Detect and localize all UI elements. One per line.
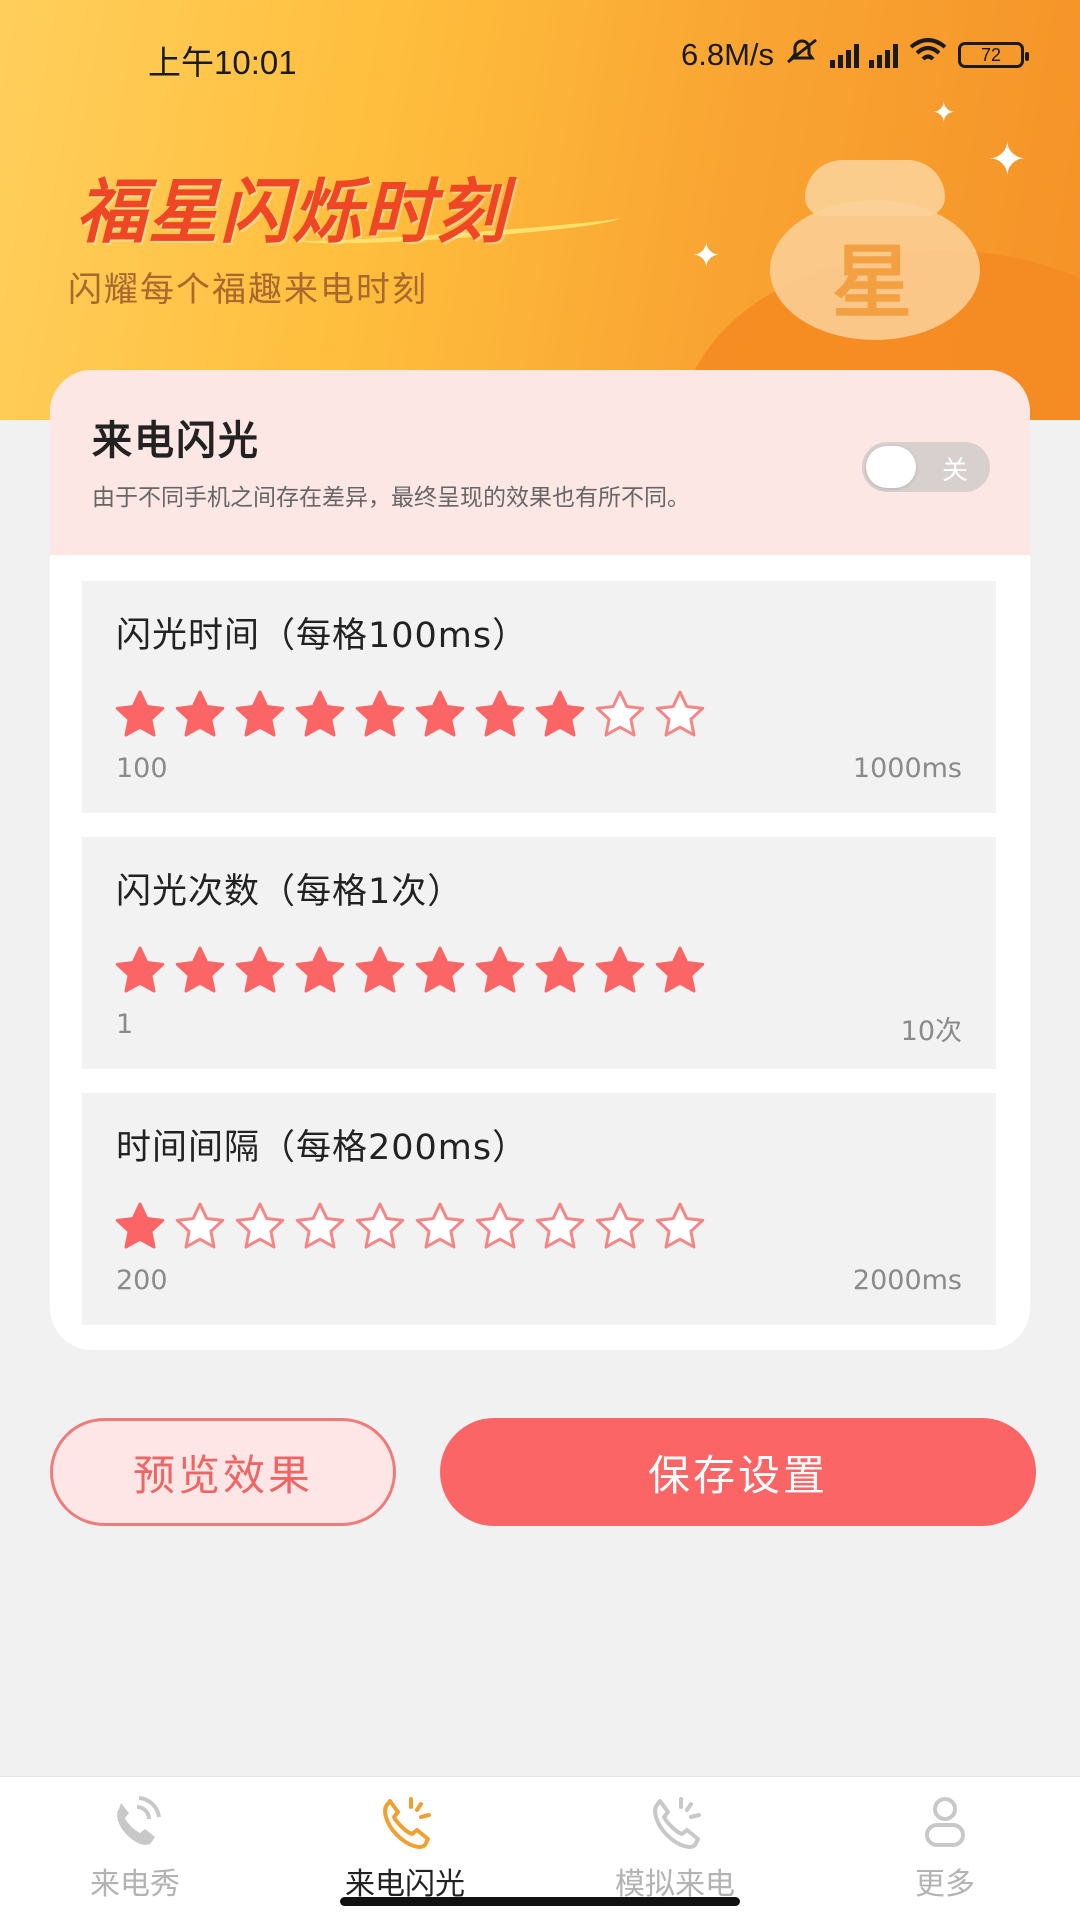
star-rating[interactable] [114,945,726,1001]
star-filled-icon[interactable] [174,945,226,997]
tab-call-show[interactable]: 来电秀 [0,1777,270,1920]
setting-flash-count: 闪光次数（每格1次） 1 10次 [82,837,996,1069]
star-rating[interactable] [114,689,726,745]
setting-title: 时间间隔（每格200ms） [116,1128,529,1168]
range-min: 200 [116,1265,168,1296]
toggle-knob [866,446,916,488]
star-empty-icon[interactable] [654,689,706,741]
star-filled-icon[interactable] [534,689,586,741]
range-max: 1000ms [852,753,962,784]
setting-interval: 时间间隔（每格200ms） 200 2000ms [82,1093,996,1325]
star-filled-icon[interactable] [654,945,706,997]
tab-more[interactable]: 更多 [810,1777,1080,1920]
bag-char: 星 [832,236,912,329]
star-empty-icon[interactable] [294,1201,346,1253]
toggle-label: 关 [941,456,968,486]
status-time: 上午10:01 [148,44,297,81]
star-filled-icon[interactable] [414,689,466,741]
battery-level: 72 [980,44,1002,65]
star-empty-icon[interactable] [594,1201,646,1253]
star-filled-icon[interactable] [414,945,466,997]
signal-icon [869,42,898,68]
status-icons: 6.8M/s 72 [680,36,1029,74]
battery-icon: 72 [958,42,1029,68]
network-speed: 6.8M/s [680,37,774,72]
star-filled-icon[interactable] [354,689,406,741]
star-empty-icon[interactable] [594,689,646,741]
star-filled-icon[interactable] [234,689,286,741]
star-filled-icon[interactable] [114,945,166,997]
lucky-bag-illustration: 星 [770,160,980,340]
setting-title: 闪光次数（每格1次） [116,872,464,912]
signal-icon [830,42,859,68]
sparkle-icon: ✦ [692,236,721,276]
wifi-icon [908,37,948,73]
phone-ring-icon [653,1797,701,1849]
star-filled-icon[interactable] [234,945,286,997]
star-empty-icon[interactable] [174,1201,226,1253]
preview-button[interactable]: 预览效果 [50,1418,396,1526]
home-indicator [340,1897,740,1906]
hero-subtitle: 闪耀每个福趣来电时刻 [68,270,428,310]
sparkle-icon: ✦ [988,132,1027,186]
star-filled-icon[interactable] [294,689,346,741]
star-rating[interactable] [114,1201,726,1257]
star-filled-icon[interactable] [114,1201,166,1253]
save-button[interactable]: 保存设置 [440,1418,1036,1526]
flash-settings-card: 来电闪光 由于不同手机之间存在差异，最终呈现的效果也有所不同。 关 闪光时间（每… [50,370,1030,1350]
star-filled-icon[interactable] [474,945,526,997]
flash-header: 来电闪光 由于不同手机之间存在差异，最终呈现的效果也有所不同。 关 [50,370,1030,555]
star-filled-icon[interactable] [534,945,586,997]
phone-flash-icon [383,1797,431,1849]
range-max: 10次 [900,1016,962,1047]
star-filled-icon[interactable] [114,689,166,741]
star-filled-icon[interactable] [354,945,406,997]
tab-label: 来电秀 [90,1867,180,1902]
star-filled-icon[interactable] [294,945,346,997]
star-empty-icon[interactable] [534,1201,586,1253]
star-empty-icon[interactable] [354,1201,406,1253]
flash-title: 来电闪光 [92,418,260,464]
star-filled-icon[interactable] [174,689,226,741]
setting-title: 闪光时间（每格100ms） [116,616,529,656]
mute-icon [784,36,820,74]
range-min: 100 [116,753,168,784]
star-empty-icon[interactable] [474,1201,526,1253]
star-filled-icon[interactable] [594,945,646,997]
status-bar: 上午10:01 6.8M/s 72 [0,0,1080,110]
star-filled-icon[interactable] [474,689,526,741]
flash-description: 由于不同手机之间存在差异，最终呈现的效果也有所不同。 [92,485,690,511]
range-min: 1 [116,1009,134,1040]
star-empty-icon[interactable] [234,1201,286,1253]
person-icon [925,1797,965,1847]
phone-wave-icon [117,1796,161,1845]
range-max: 2000ms [852,1265,962,1296]
setting-flash-duration: 闪光时间（每格100ms） 100 1000ms [82,581,996,813]
flash-toggle[interactable]: 关 [862,442,990,492]
hero-title: 福星闪烁时刻 [76,171,508,253]
star-empty-icon[interactable] [414,1201,466,1253]
tab-label: 更多 [915,1867,975,1902]
star-empty-icon[interactable] [654,1201,706,1253]
